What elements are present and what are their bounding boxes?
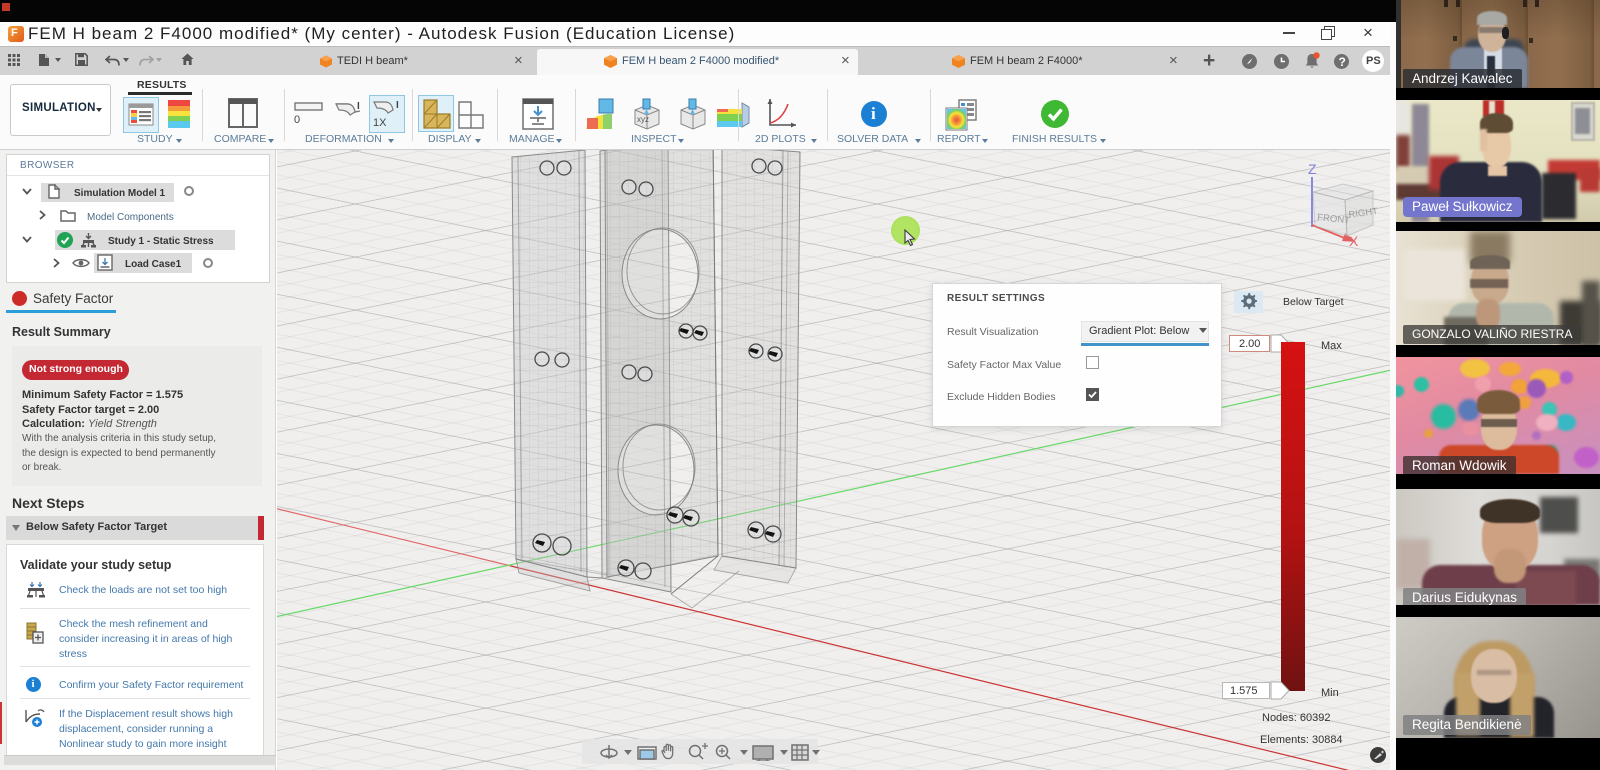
- svg-text:1X: 1X: [373, 117, 387, 129]
- svg-text:I: I: [396, 100, 399, 111]
- svg-text:xyz: xyz: [637, 115, 649, 124]
- svg-text:I: I: [357, 101, 360, 112]
- svg-text:0: 0: [294, 114, 300, 124]
